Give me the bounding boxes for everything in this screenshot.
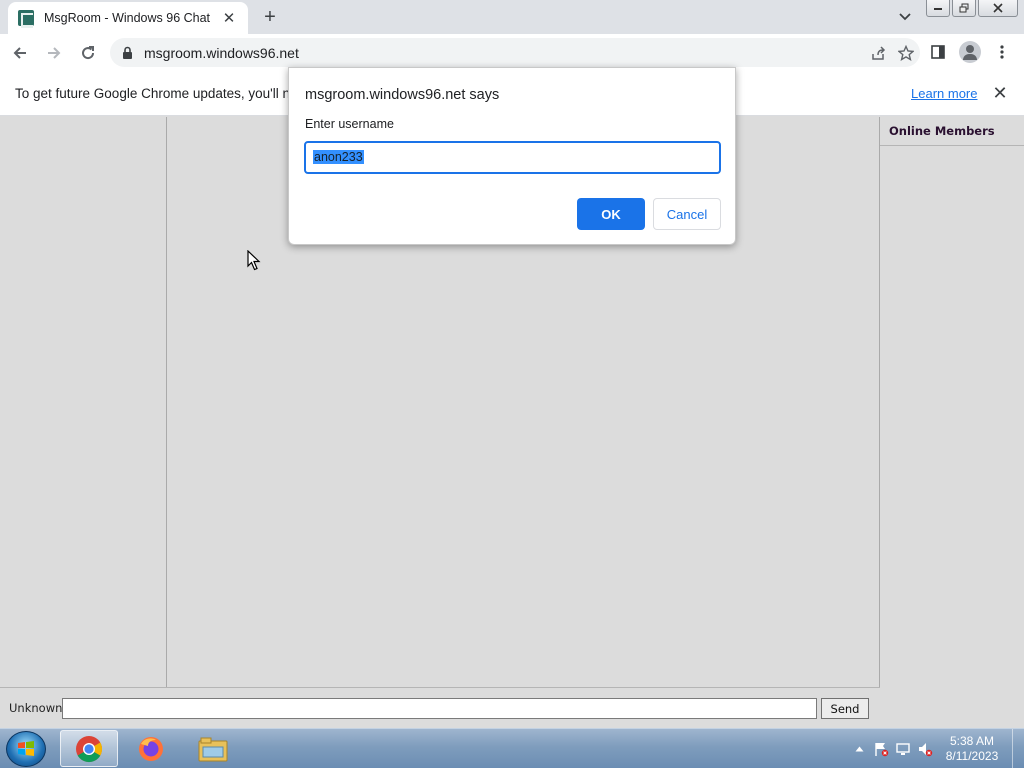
dialog-prompt: Enter username	[305, 117, 394, 131]
chevron-down-icon	[899, 13, 911, 21]
file-explorer-icon	[198, 737, 228, 761]
arrow-right-icon	[48, 46, 61, 59]
taskbar-firefox[interactable]	[122, 730, 180, 767]
clock-date: 8/11/2023	[945, 749, 999, 763]
tab-msgroom[interactable]: MsgRoom - Windows 96 Chat ✕	[8, 2, 248, 34]
action-center-flag-icon[interactable]	[870, 738, 892, 760]
side-panel-icon[interactable]	[924, 38, 952, 66]
new-tab-button[interactable]: +	[258, 6, 282, 28]
dialog-title: msgroom.windows96.net says	[305, 87, 500, 103]
clock-time: 5:38 AM	[949, 734, 995, 748]
taskbar-file-explorer[interactable]	[184, 730, 242, 767]
infobar-close-icon[interactable]: ✕	[990, 83, 1010, 103]
start-button[interactable]	[6, 731, 46, 767]
minimize-button[interactable]	[926, 0, 950, 17]
infobar-message: To get future Google Chrome updates, you…	[15, 85, 298, 101]
close-window-button[interactable]	[978, 0, 1018, 17]
address-bar[interactable]: msgroom.windows96.net	[110, 38, 920, 67]
reload-icon	[82, 45, 95, 59]
windows-taskbar: 5:38 AM 8/11/2023	[0, 728, 1024, 768]
reload-button[interactable]	[74, 39, 102, 67]
chrome-icon	[76, 735, 103, 762]
bookmark-star-icon[interactable]	[892, 39, 920, 67]
firefox-icon	[139, 736, 163, 761]
members-pane: Online Members	[880, 117, 1024, 728]
taskbar-clock[interactable]: 5:38 AM 8/11/2023	[936, 734, 1008, 764]
restore-icon	[959, 3, 969, 13]
system-tray: 5:38 AM 8/11/2023	[848, 729, 1024, 768]
more-menu-icon[interactable]	[988, 38, 1016, 66]
left-pane	[0, 117, 167, 687]
windows-logo-icon	[18, 741, 34, 756]
window-controls	[926, 0, 1018, 17]
tab-close-icon[interactable]: ✕	[220, 9, 238, 27]
username-label: Unknown	[9, 701, 63, 715]
show-desktop-button[interactable]	[1012, 729, 1024, 768]
profile-avatar-icon[interactable]	[959, 41, 981, 63]
mouse-cursor-icon	[247, 250, 261, 271]
tab-title: MsgRoom - Windows 96 Chat	[44, 11, 211, 25]
online-members-header: Online Members	[880, 117, 1024, 146]
url-text[interactable]: msgroom.windows96.net	[144, 45, 864, 61]
message-bar: Unknown Send	[0, 687, 880, 728]
username-prompt-dialog: msgroom.windows96.net says Enter usernam…	[288, 67, 736, 245]
username-input-value[interactable]: anon233	[313, 150, 364, 164]
close-icon	[993, 3, 1003, 13]
tab-search-button[interactable]	[894, 6, 916, 28]
network-icon[interactable]	[892, 738, 914, 760]
share-icon[interactable]	[864, 39, 892, 67]
back-button[interactable]	[6, 39, 34, 67]
send-button[interactable]: Send	[821, 698, 869, 719]
arrow-left-icon	[13, 46, 26, 59]
forward-button[interactable]	[40, 39, 68, 67]
ok-button[interactable]: OK	[577, 198, 645, 230]
lock-icon[interactable]	[120, 46, 134, 60]
browser-toolbar: msgroom.windows96.net	[0, 34, 1024, 71]
show-hidden-icons-icon[interactable]	[848, 738, 870, 760]
cancel-button[interactable]: Cancel	[653, 198, 721, 230]
tab-strip: MsgRoom - Windows 96 Chat ✕ +	[0, 0, 1024, 34]
volume-muted-icon[interactable]	[914, 738, 936, 760]
message-input[interactable]	[62, 698, 817, 719]
restore-button[interactable]	[952, 0, 976, 17]
learn-more-link[interactable]: Learn more	[911, 86, 977, 101]
username-input[interactable]: anon233	[304, 141, 721, 174]
minimize-icon	[934, 8, 942, 10]
toolbar-right	[924, 38, 1016, 66]
msgroom-favicon-icon	[18, 10, 34, 28]
taskbar-chrome[interactable]	[60, 730, 118, 767]
